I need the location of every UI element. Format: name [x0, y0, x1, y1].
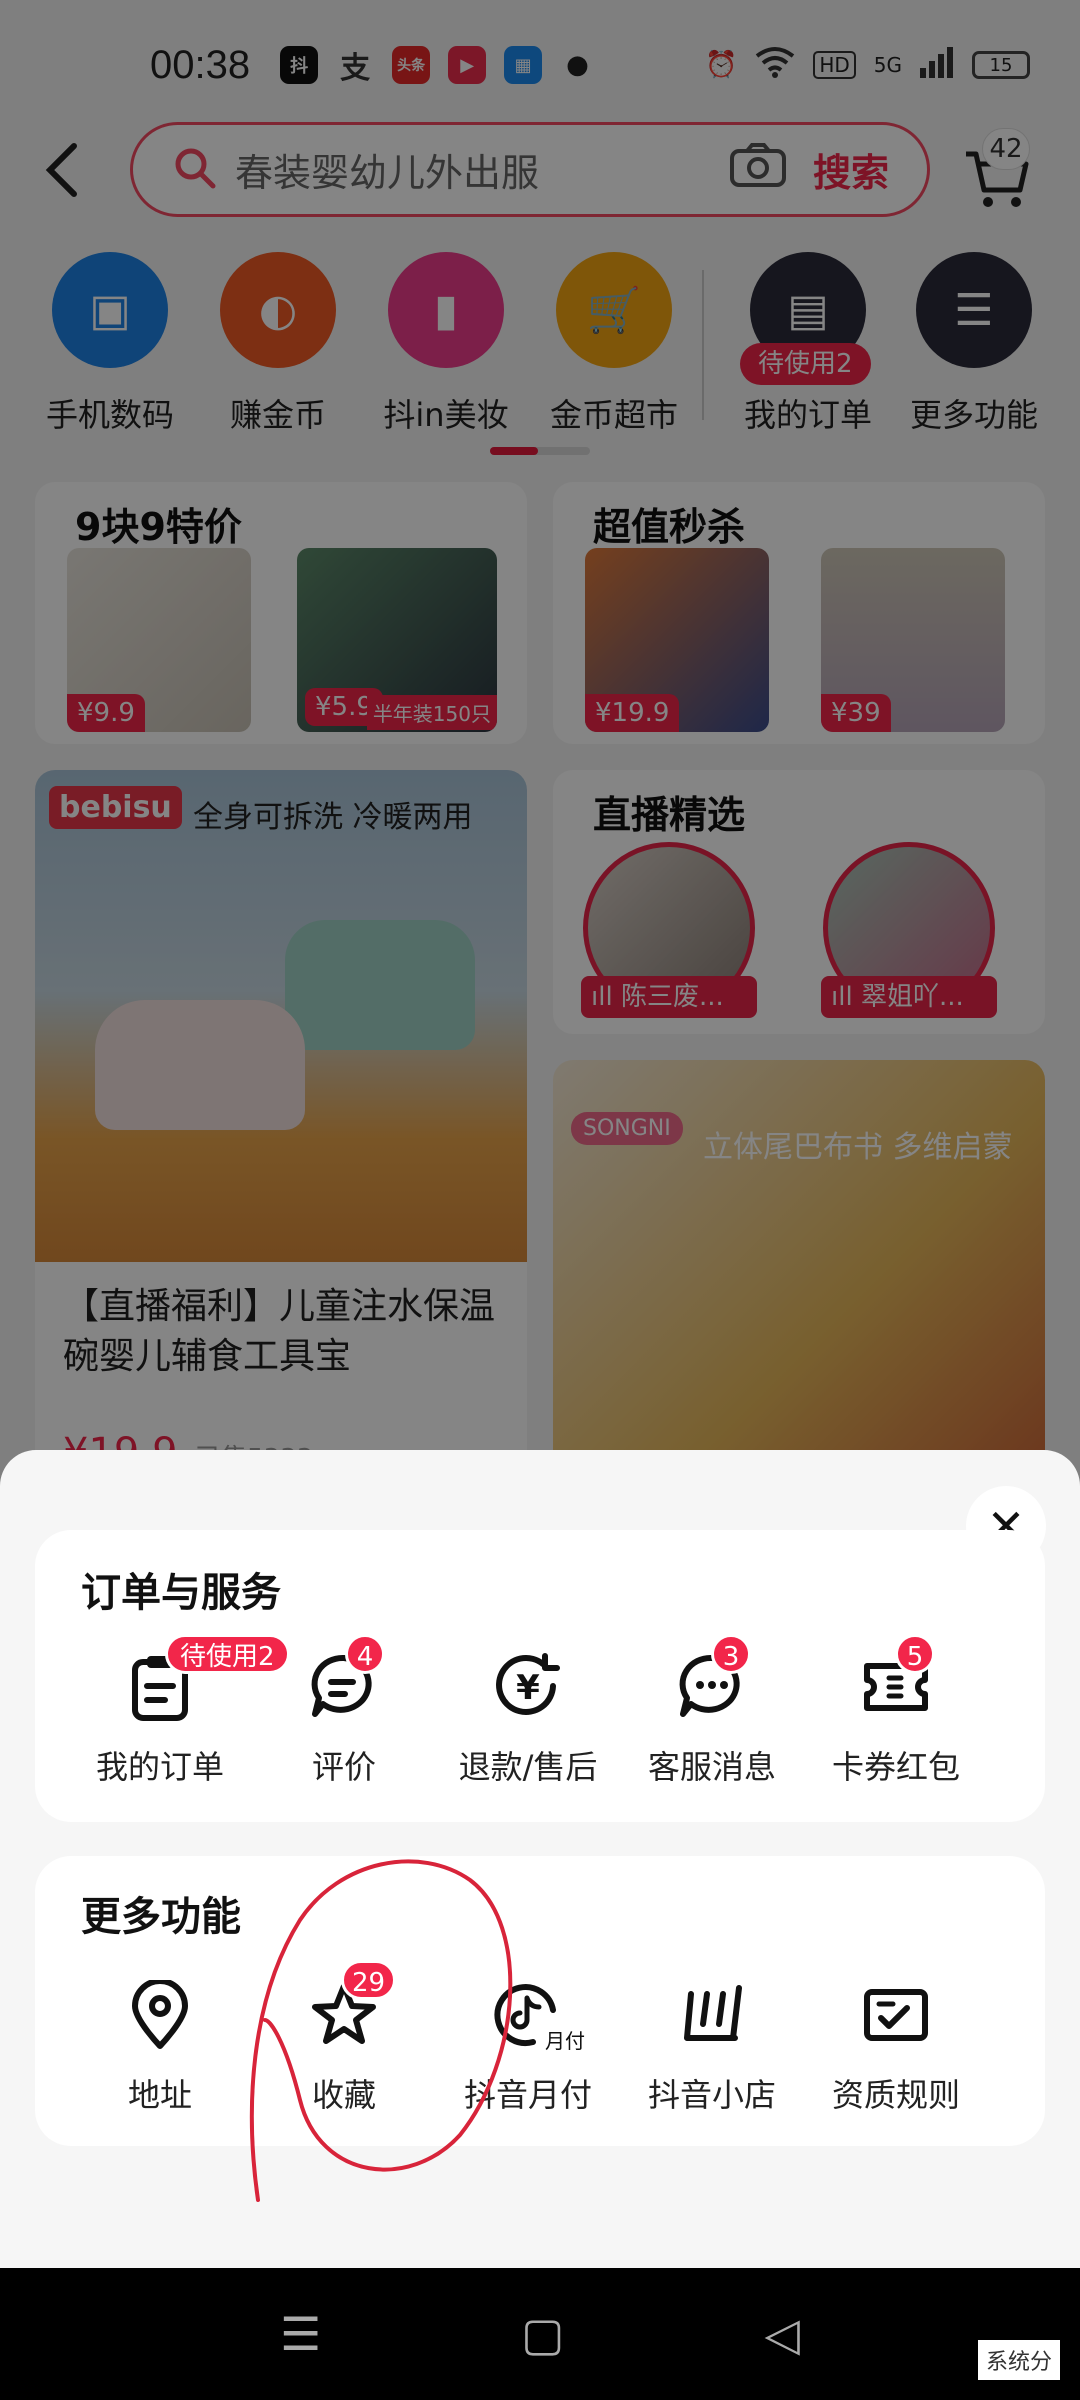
- refund-button[interactable]: ¥ 退款/售后: [436, 1652, 620, 1788]
- location-icon: [125, 1978, 195, 2050]
- home-icon[interactable]: ▢: [521, 2307, 564, 2361]
- item-label: 地址: [127, 2076, 192, 2114]
- service-message-badge: 3: [711, 1634, 751, 1674]
- item-label: 抖音小店: [647, 2076, 776, 2114]
- svg-text:¥: ¥: [516, 1668, 540, 1708]
- refund-icon: ¥: [493, 1652, 563, 1722]
- coupons-button[interactable]: 卡券红包: [804, 1652, 988, 1788]
- certificate-icon: [861, 1980, 931, 2050]
- item-label: 客服消息: [647, 1748, 776, 1786]
- qualification-rules-button[interactable]: 资质规则: [804, 1980, 988, 2116]
- item-label: 卡券红包: [831, 1748, 960, 1786]
- watermark: 系统分: [977, 2340, 1060, 2380]
- coupons-count-badge: 5: [895, 1634, 935, 1674]
- more-functions-panel: 更多功能 地址 收藏 29 月付 抖音月付 抖音小店 资质规则: [35, 1856, 1045, 2146]
- red-annotation-circle: [249, 1859, 513, 2202]
- recent-apps-icon[interactable]: ☰: [280, 2307, 321, 2361]
- item-label: 评价: [311, 1748, 376, 1786]
- item-label: 我的订单: [95, 1748, 224, 1786]
- douyin-pay-sub: 月付: [545, 2025, 585, 2054]
- order-service-panel: 订单与服务 我的订单 待使用2 评价 4 ¥ 退款/售后 客服消息 3 卡券红包…: [35, 1530, 1045, 1822]
- order-section-title: 订单与服务: [81, 1570, 281, 1616]
- customer-service-button[interactable]: 客服消息: [620, 1652, 804, 1788]
- reviews-button[interactable]: 评价: [252, 1652, 436, 1788]
- item-label: 退款/售后: [458, 1748, 598, 1786]
- back-icon[interactable]: ◁: [765, 2307, 800, 2361]
- shop-icon: [677, 1980, 747, 2050]
- douyin-shop-button[interactable]: 抖音小店: [620, 1980, 804, 2116]
- address-button[interactable]: 地址: [68, 1978, 252, 2116]
- system-nav-bar: ☰ ▢ ◁: [0, 2268, 1080, 2400]
- item-label: 资质规则: [831, 2076, 960, 2114]
- more-section-title: 更多功能: [81, 1894, 241, 1940]
- reviews-count-badge: 4: [345, 1634, 385, 1674]
